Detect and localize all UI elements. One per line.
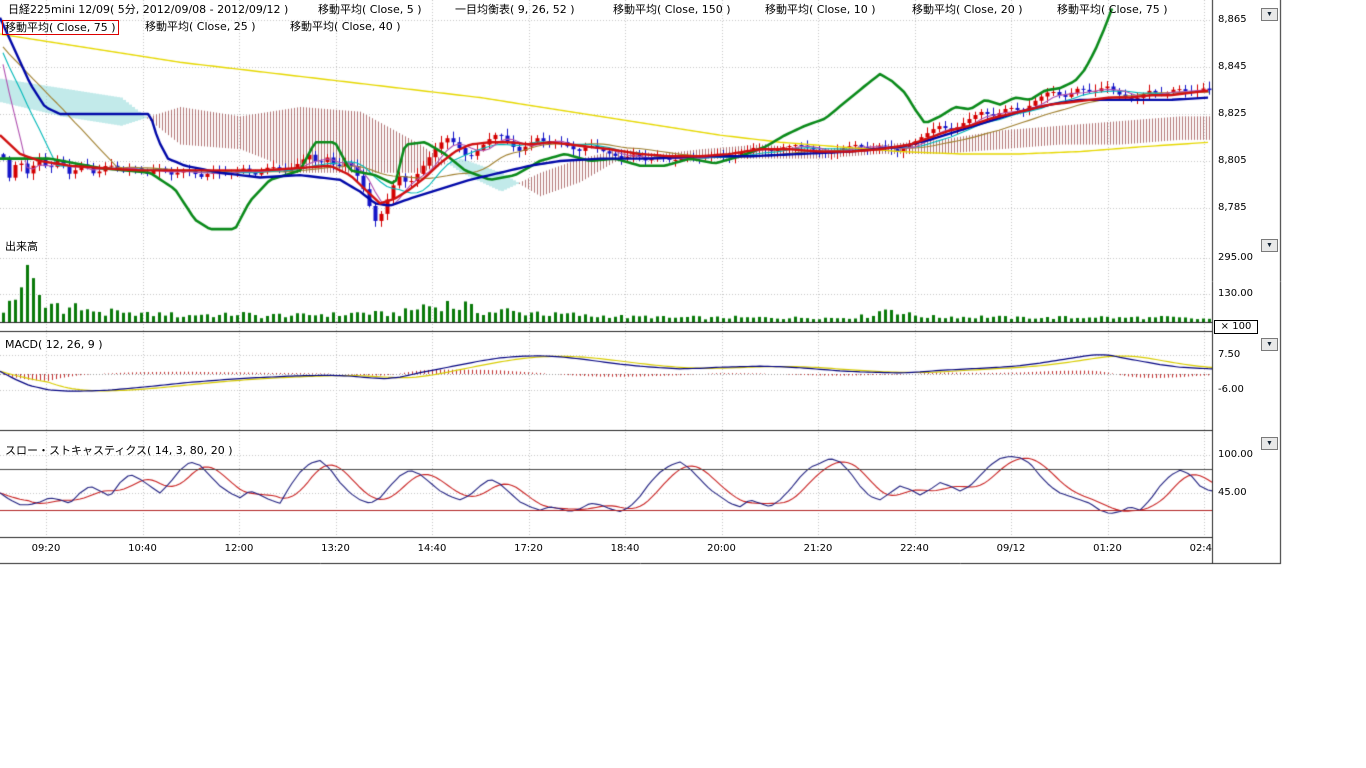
chevron-down-icon: ▼	[1266, 11, 1273, 18]
time-axis: 09:20 10:40 12:00 13:20 14:40 17:20 18:40 20:00…	[0, 543, 1212, 557]
axis-multiplier-badge: × 100	[1214, 320, 1258, 334]
time-axis-label: 13:20	[321, 543, 350, 554]
legend-ma-close-75-selected[interactable]: 移動平均( Close, 75 )	[2, 20, 119, 35]
chart-window: 日経225mini 12/09( 5分, 2012/09/08 - 2012/0…	[0, 0, 1366, 768]
stoch-pane-dropdown-button[interactable]: ▼	[1261, 437, 1278, 450]
macd-pane-label: MACD( 12, 26, 9 )	[5, 338, 103, 351]
legend-symbol-info: 日経225mini 12/09( 5分, 2012/09/08 - 2012/0…	[8, 3, 288, 16]
legend-ma-close-75[interactable]: 移動平均( Close, 75 )	[1057, 3, 1168, 16]
legend-ichimoku[interactable]: 一目均衡表( 9, 26, 52 )	[455, 3, 575, 16]
legend-ma-close-40[interactable]: 移動平均( Close, 40 )	[290, 20, 401, 33]
time-axis-label: 17:20	[514, 543, 543, 554]
chevron-down-icon: ▼	[1266, 341, 1273, 348]
chevron-down-icon: ▼	[1266, 440, 1273, 447]
time-axis-label: 01:20	[1093, 543, 1122, 554]
legend-ma-close-25[interactable]: 移動平均( Close, 25 )	[145, 20, 256, 33]
time-axis-label: 20:00	[707, 543, 736, 554]
chevron-down-icon: ▼	[1266, 242, 1273, 249]
time-axis-label: 18:40	[611, 543, 640, 554]
time-axis-label: 22:40	[900, 543, 929, 554]
price-pane-dropdown-button[interactable]: ▼	[1261, 8, 1278, 21]
volume-pane-dropdown-button[interactable]: ▼	[1261, 239, 1278, 252]
legend-ma-close-10[interactable]: 移動平均( Close, 10 )	[765, 3, 876, 16]
stochastics-pane-label: スロー・ストキャスティクス( 14, 3, 80, 20 )	[5, 442, 233, 458]
legend-ma-close-20[interactable]: 移動平均( Close, 20 )	[912, 3, 1023, 16]
time-axis-label: 02:40	[1190, 543, 1212, 554]
legend-ma-close-5[interactable]: 移動平均( Close, 5 )	[318, 3, 422, 16]
volume-pane-label: 出来高	[5, 238, 38, 254]
time-axis-label: 09:20	[32, 543, 61, 554]
time-axis-label: 12:00	[225, 543, 254, 554]
macd-pane-dropdown-button[interactable]: ▼	[1261, 338, 1278, 351]
legend-ma-close-150[interactable]: 移動平均( Close, 150 )	[613, 3, 731, 16]
time-axis-label: 21:20	[804, 543, 833, 554]
time-axis-label: 10:40	[128, 543, 157, 554]
time-axis-label: 09/12	[997, 543, 1026, 554]
chart-plot-area[interactable]	[0, 0, 1282, 566]
time-axis-label: 14:40	[418, 543, 447, 554]
